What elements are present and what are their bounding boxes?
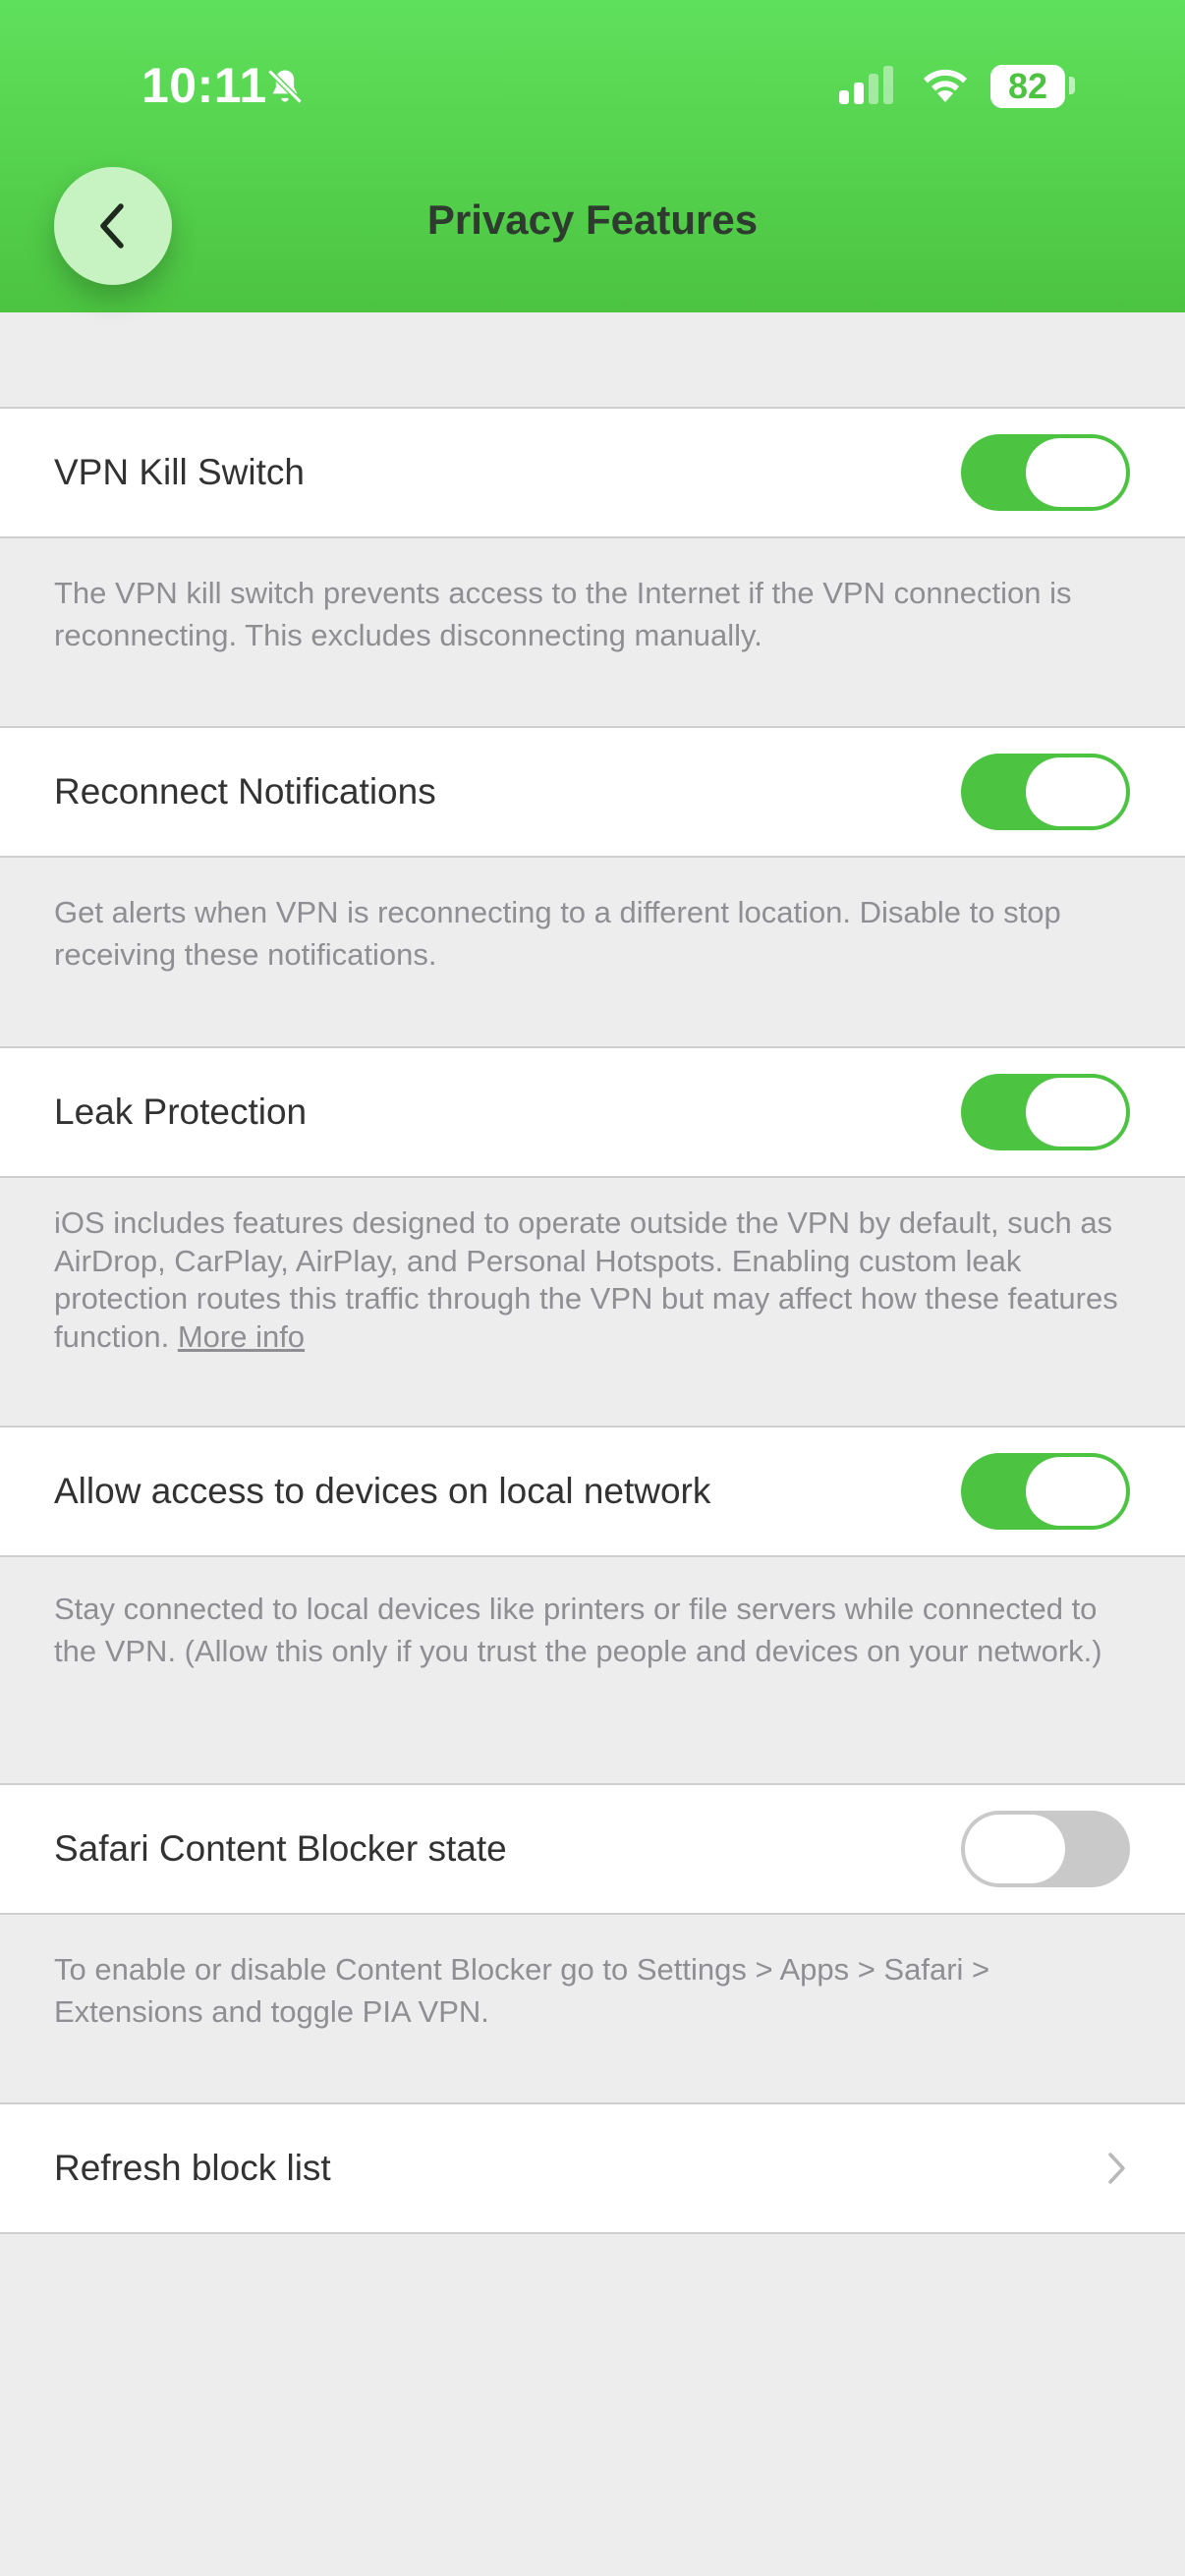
toggle-knob xyxy=(1026,1078,1126,1147)
battery-level: 82 xyxy=(1007,66,1048,106)
leak-protection-label: Leak Protection xyxy=(54,1092,308,1132)
leak-protection-row: Leak Protection xyxy=(0,1046,1185,1178)
kill-switch-row: VPN Kill Switch xyxy=(0,407,1185,538)
reconnect-notifications-label: Reconnect Notifications xyxy=(54,771,436,812)
toggle-knob xyxy=(1026,1457,1126,1526)
leak-protection-toggle[interactable] xyxy=(961,1074,1130,1150)
safari-content-blocker-description: To enable or disable Content Blocker go … xyxy=(54,1952,990,2029)
header-bar: 10:11 82 Privacy Features xyxy=(0,0,1185,312)
local-network-description: Stay connected to local devices like pri… xyxy=(54,1592,1102,1668)
battery-icon: 82 xyxy=(990,65,1065,108)
kill-switch-label: VPN Kill Switch xyxy=(54,452,305,492)
reconnect-notifications-toggle[interactable] xyxy=(961,754,1130,830)
bell-slash-icon xyxy=(267,69,303,104)
kill-switch-toggle[interactable] xyxy=(961,434,1130,511)
refresh-block-list-row[interactable]: Refresh block list xyxy=(0,2102,1185,2234)
safari-content-blocker-row: Safari Content Blocker state xyxy=(0,1783,1185,1915)
safari-content-blocker-toggle[interactable] xyxy=(961,1811,1130,1887)
battery-cap xyxy=(1069,77,1075,94)
toggle-knob xyxy=(965,1815,1065,1883)
refresh-block-list-label: Refresh block list xyxy=(54,2148,331,2188)
toggle-knob xyxy=(1026,438,1126,507)
safari-content-blocker-label: Safari Content Blocker state xyxy=(54,1828,507,1869)
cellular-signal-icon xyxy=(839,66,893,104)
wifi-icon xyxy=(924,69,967,102)
local-network-toggle[interactable] xyxy=(961,1453,1130,1530)
reconnect-notifications-description: Get alerts when VPN is reconnecting to a… xyxy=(54,895,1061,972)
page-title: Privacy Features xyxy=(426,196,759,243)
chevron-right-icon xyxy=(1108,2153,1125,2184)
toggle-knob xyxy=(1026,757,1126,826)
leak-protection-description: iOS includes features designed to operat… xyxy=(54,1204,1135,1356)
local-network-row: Allow access to devices on local network xyxy=(0,1426,1185,1557)
more-info-link[interactable]: More info xyxy=(178,1319,305,1354)
status-time: 10:11 xyxy=(141,58,267,113)
reconnect-notifications-row: Reconnect Notifications xyxy=(0,726,1185,858)
kill-switch-description: The VPN kill switch prevents access to t… xyxy=(54,576,1072,652)
local-network-label: Allow access to devices on local network xyxy=(54,1471,711,1511)
